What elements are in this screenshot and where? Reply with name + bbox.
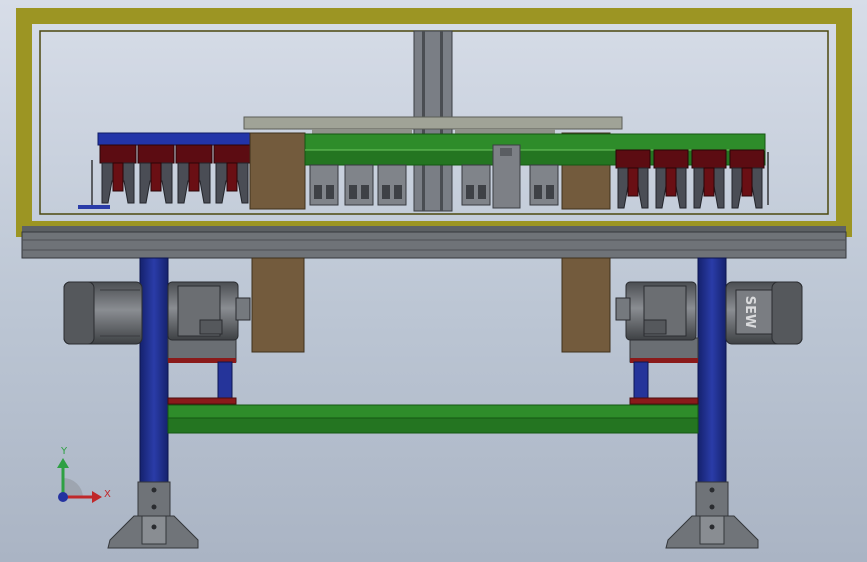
left-parts <box>78 144 251 209</box>
center-mech-2 <box>344 164 374 206</box>
base-beam <box>21 226 847 259</box>
right-gripper-2 <box>653 149 689 209</box>
brown-block-upper-left <box>249 132 306 210</box>
left-gripper-1 <box>99 144 137 204</box>
left-gripper-3 <box>175 144 213 204</box>
left-gripper-group <box>97 132 253 146</box>
right-gripper-1 <box>615 149 651 209</box>
cad-viewport[interactable]: SEW Y X <box>0 0 867 562</box>
assembly-drawing: SEW Y X <box>16 8 852 549</box>
brown-block-lower-right <box>561 257 611 353</box>
motor-brand-label: SEW <box>742 296 757 329</box>
right-gripper-3 <box>691 149 727 209</box>
right-parts <box>615 149 769 209</box>
left-gripper-4 <box>213 144 251 204</box>
center-mech-1 <box>309 164 339 206</box>
right-gripper-4 <box>729 149 765 209</box>
center-mech-3 <box>377 164 407 206</box>
center-mech-4 <box>461 164 491 206</box>
y-axis-label: Y <box>60 446 68 457</box>
sensor-head <box>500 148 512 156</box>
lower-crossbeam <box>167 404 699 434</box>
center-mech-5 <box>529 164 559 206</box>
left-gripper-2 <box>137 144 175 204</box>
origin-dot <box>58 492 68 502</box>
coordinate-triad[interactable] <box>57 458 102 503</box>
brown-block-lower-left <box>251 257 305 353</box>
x-axis-label: X <box>104 489 111 500</box>
